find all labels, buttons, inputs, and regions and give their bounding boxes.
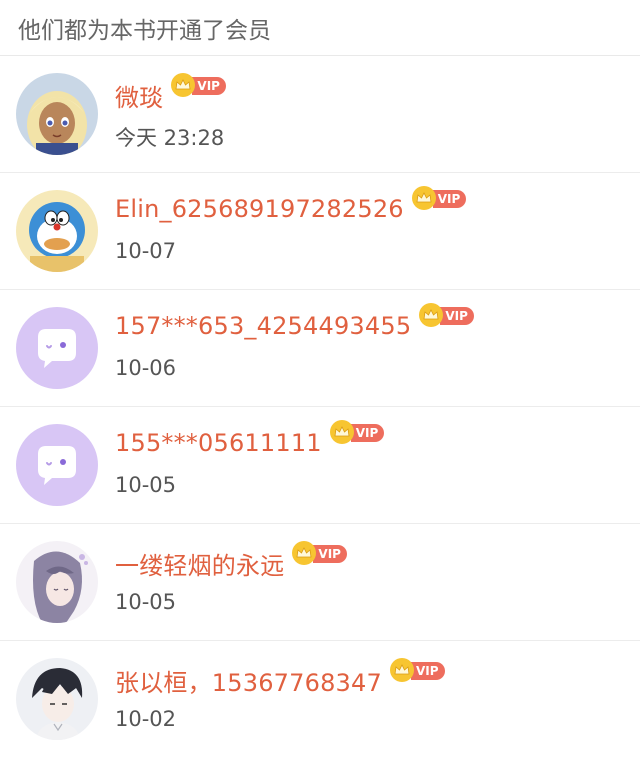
crown-icon bbox=[329, 420, 354, 444]
anime-girl-blonde-avatar-icon bbox=[16, 73, 98, 155]
member-name-line: 155***05611111 VIP bbox=[115, 420, 385, 457]
member-name[interactable]: Elin_625689197282526 bbox=[115, 195, 404, 223]
member-row[interactable]: 张以桓，15367768347 VIP 10-02 bbox=[0, 641, 640, 758]
vip-badge: VIP bbox=[329, 420, 385, 444]
member-join-time: 10-07 bbox=[115, 239, 177, 263]
vip-label: VIP bbox=[313, 544, 347, 563]
member-join-time: 10-05 bbox=[115, 473, 177, 497]
anime-girl-lavender-avatar-icon bbox=[16, 541, 98, 623]
member-avatar[interactable] bbox=[16, 424, 98, 506]
anime-boy-avatar-icon bbox=[16, 658, 98, 740]
member-avatar[interactable] bbox=[16, 73, 98, 155]
member-row[interactable]: 微琰 VIP 今天 23:28 bbox=[0, 56, 640, 173]
vip-label: VIP bbox=[432, 190, 467, 208]
member-name[interactable]: 155***05611111 bbox=[115, 429, 322, 457]
member-join-time: 10-02 bbox=[115, 707, 177, 731]
section-header: 他们都为本书开通了会员 bbox=[0, 0, 640, 56]
member-name[interactable]: 张以桓，15367768347 bbox=[115, 663, 382, 698]
crown-icon bbox=[171, 72, 196, 97]
vip-label: VIP bbox=[350, 424, 385, 442]
member-name-line: 张以桓，15367768347 VIP bbox=[115, 657, 445, 698]
member-avatar[interactable] bbox=[16, 658, 98, 740]
doraemon-avatar-icon bbox=[16, 190, 98, 272]
member-name-line: 一缕轻烟的永远 VIP bbox=[115, 540, 347, 581]
vip-badge: VIP bbox=[389, 657, 445, 682]
member-row[interactable]: Elin_625689197282526 VIP 10-07 bbox=[0, 173, 640, 290]
vip-label: VIP bbox=[410, 661, 445, 680]
member-name-line: Elin_625689197282526 VIP bbox=[115, 186, 467, 223]
vip-badge: VIP bbox=[419, 303, 474, 327]
member-name-line: 157***653_4254493455 VIP bbox=[115, 303, 474, 340]
member-list: 微琰 VIP 今天 23:28 Elin_625689197282526 VIP… bbox=[0, 56, 640, 758]
vip-label: VIP bbox=[440, 307, 474, 325]
member-row[interactable]: 一缕轻烟的永远 VIP 10-05 bbox=[0, 524, 640, 641]
default-chat-avatar-icon bbox=[16, 307, 98, 389]
vip-badge: VIP bbox=[171, 72, 226, 97]
member-row[interactable]: 155***05611111 VIP 10-05 bbox=[0, 407, 640, 524]
member-name[interactable]: 157***653_4254493455 bbox=[115, 312, 411, 340]
member-join-time: 10-06 bbox=[115, 356, 177, 380]
member-avatar[interactable] bbox=[16, 541, 98, 623]
member-avatar[interactable] bbox=[16, 190, 98, 272]
member-name[interactable]: 一缕轻烟的永远 bbox=[115, 546, 284, 581]
member-avatar[interactable] bbox=[16, 307, 98, 389]
crown-icon bbox=[389, 657, 414, 682]
section-title: 他们都为本书开通了会员 bbox=[18, 17, 271, 44]
crown-icon bbox=[411, 186, 436, 210]
crown-icon bbox=[292, 540, 317, 565]
vip-badge: VIP bbox=[411, 186, 467, 210]
vip-label: VIP bbox=[192, 76, 226, 95]
default-chat-avatar-icon bbox=[16, 424, 98, 506]
vip-badge: VIP bbox=[292, 540, 347, 565]
member-name-line: 微琰 VIP bbox=[115, 72, 226, 113]
member-join-time: 今天 23:28 bbox=[115, 126, 225, 150]
member-name[interactable]: 微琰 bbox=[115, 78, 163, 113]
member-join-time: 10-05 bbox=[115, 590, 177, 614]
member-row[interactable]: 157***653_4254493455 VIP 10-06 bbox=[0, 290, 640, 407]
